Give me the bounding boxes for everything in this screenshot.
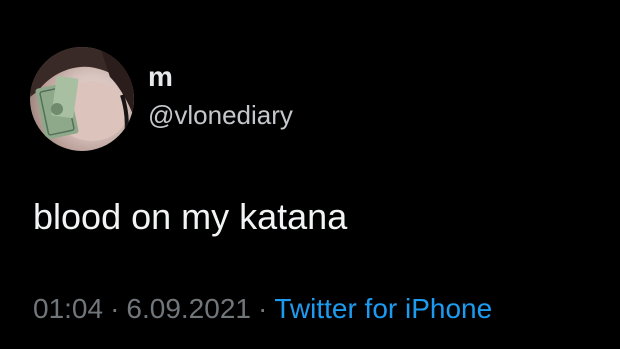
meta-separator: · — [257, 293, 268, 324]
tweet-card: m @vlonediary blood on my katana 01:04 · 6… — [0, 0, 620, 349]
author-handle[interactable]: @vlonediary — [148, 100, 293, 130]
tweet-source-link[interactable]: Twitter for iPhone — [274, 293, 492, 324]
avatar[interactable] — [30, 47, 134, 151]
tweet-time[interactable]: 01:04 — [33, 293, 103, 324]
tweet-date[interactable]: 6.09.2021 — [126, 293, 251, 324]
tweet-meta: 01:04 · 6.09.2021 · Twitter for iPhone — [33, 292, 492, 326]
tweet-text: blood on my katana — [33, 196, 348, 237]
author-display-name[interactable]: m — [148, 62, 173, 92]
avatar-photo-icon — [30, 47, 134, 141]
meta-separator: · — [110, 293, 120, 324]
